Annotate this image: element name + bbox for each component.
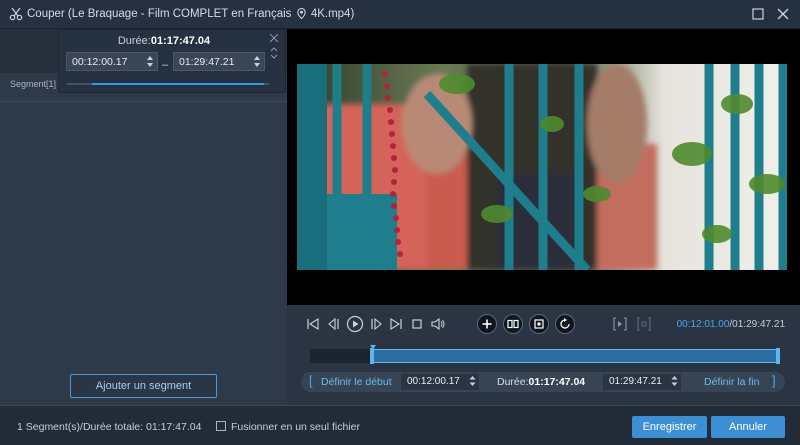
popover-start-field[interactable]: 00:12:00.17: [66, 52, 158, 71]
end-time-field[interactable]: 01:29:47.21: [603, 374, 681, 390]
close-icon[interactable]: [776, 7, 790, 21]
start-time-field[interactable]: 00:12:00.17: [401, 374, 479, 390]
timeline-end-handle[interactable]: [776, 348, 780, 364]
stop-icon[interactable]: [409, 316, 425, 332]
spinner-arrows-icon[interactable]: [469, 375, 476, 387]
skip-start-icon[interactable]: [305, 316, 321, 332]
segment-duration: Durée:01:17:47.04: [497, 376, 586, 388]
range-dash: –: [162, 59, 169, 71]
popover-end-field[interactable]: 01:29:47.21: [173, 52, 265, 71]
start-bracket-icon: [: [309, 373, 313, 388]
segment-divider: [0, 101, 287, 102]
rotate-glyph: [560, 318, 570, 329]
add-icon[interactable]: [477, 314, 497, 334]
maximize-icon[interactable]: [751, 7, 765, 21]
playback-controls: 00:12:01.00/01:29:47.21 [ Définir le déb…: [287, 305, 800, 405]
timeline-start-handle[interactable]: [370, 348, 374, 364]
title-bar: Couper (Le Braquage - Film COMPLET en Fr…: [0, 0, 800, 29]
merge-checkbox[interactable]: [216, 421, 226, 431]
spinner-arrows-icon[interactable]: [671, 375, 678, 387]
current-time: 00:12:01.00: [676, 319, 730, 330]
crop-glyph: [534, 319, 544, 329]
add-segment-button[interactable]: Ajouter un segment: [70, 374, 217, 398]
popover-start-value: 00:12:00.17: [72, 56, 128, 68]
popover-end-value: 01:29:47.21: [179, 56, 235, 68]
play-icon[interactable]: [346, 315, 364, 333]
set-start-button[interactable]: Définir le début: [321, 376, 392, 388]
time-display: 00:12:01.00/01:29:47.21: [677, 319, 785, 330]
segment-edit-popover: Durée:01:17:47.04 00:12:00.17 – 01:29:47…: [58, 29, 286, 93]
window-title: Couper (Le Braquage - Film COMPLET en Fr…: [27, 8, 355, 20]
split-icon[interactable]: [503, 314, 523, 334]
end-bracket-icon: ]: [772, 373, 776, 388]
save-button[interactable]: Enregistrer: [632, 416, 707, 438]
set-end-button[interactable]: Définir la fin: [704, 376, 759, 388]
segment-label[interactable]: Segment[1]: [10, 79, 56, 89]
segments-summary: 1 Segment(s)/Durée totale: 01:17:47.04: [17, 421, 202, 433]
crop-icon[interactable]: [529, 314, 549, 334]
timeline-track[interactable]: [310, 345, 780, 364]
step-back-icon[interactable]: [326, 316, 342, 332]
segment-range-bar: [ Définir le début 00:12:00.17 Durée:01:…: [301, 372, 785, 392]
location-pin-icon: [296, 8, 306, 19]
popover-move-arrows-icon[interactable]: [269, 45, 279, 61]
plus-glyph: [482, 319, 492, 329]
merge-label[interactable]: Fusionner en un seul fichier: [231, 421, 360, 433]
volume-icon[interactable]: [430, 316, 446, 332]
spinner-arrows-icon[interactable]: [146, 55, 154, 68]
start-time-value: 00:12:00.17: [407, 376, 460, 387]
set-start-marker-icon[interactable]: [612, 316, 628, 332]
spinner-arrows-icon[interactable]: [253, 55, 261, 68]
playhead-marker-icon[interactable]: [370, 345, 376, 349]
step-forward-icon[interactable]: [368, 316, 384, 332]
video-frame: [297, 64, 787, 270]
set-end-marker-icon[interactable]: [636, 316, 652, 332]
popover-duration: Durée:01:17:47.04: [117, 35, 211, 47]
popover-close-icon[interactable]: [269, 33, 279, 43]
footer-bar: 1 Segment(s)/Durée totale: 01:17:47.04 F…: [0, 405, 800, 445]
total-time: 01:29:47.21: [732, 319, 785, 330]
popover-range-fill: [92, 83, 264, 85]
end-time-value: 01:29:47.21: [609, 376, 662, 387]
split-glyph: [507, 319, 519, 329]
video-preview-area: [287, 29, 800, 305]
timeline-selection[interactable]: [371, 349, 778, 363]
popover-range-slider[interactable]: [67, 83, 269, 85]
scissors-icon: [9, 7, 23, 21]
skip-end-icon[interactable]: [388, 316, 404, 332]
rotate-icon[interactable]: [555, 314, 575, 334]
cancel-button[interactable]: Annuler: [711, 416, 785, 438]
